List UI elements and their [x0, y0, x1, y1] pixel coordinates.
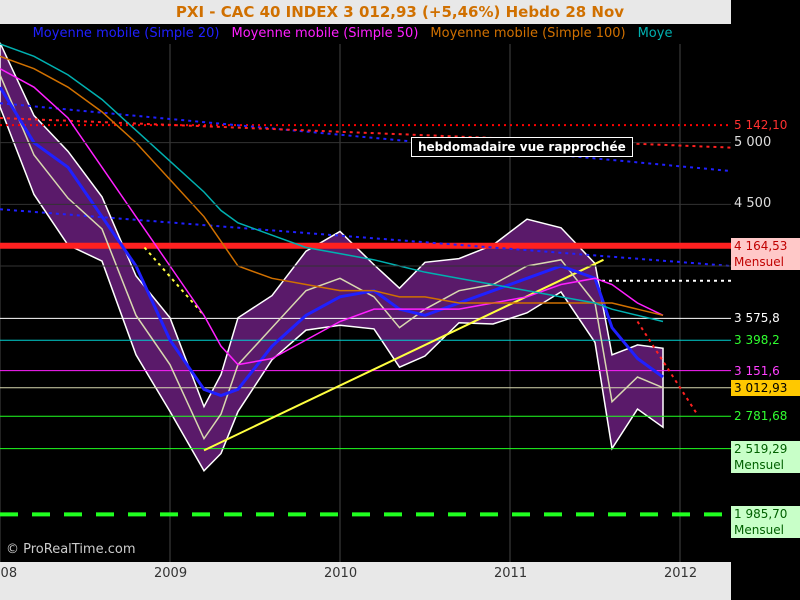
level-tag-value: 1 985,70: [734, 507, 788, 522]
x-tick-label: 2010: [324, 566, 358, 581]
level-tag: 3 398,2: [731, 332, 800, 349]
level-tag: 2 519,29 Mensuel: [731, 440, 800, 473]
level-tag: 5 142,10: [731, 117, 800, 134]
level-tag-value: 2 781,68: [734, 409, 788, 424]
level-tag-sub: Mensuel: [734, 523, 784, 538]
watermark: © ProRealTime.com: [6, 542, 136, 557]
level-tag: 3 575,8: [731, 310, 800, 327]
level-tag: 1 985,70 Mensuel: [731, 506, 800, 539]
x-tick-label: 2009: [154, 566, 188, 581]
level-tag-sub: Mensuel: [734, 457, 784, 472]
y-tick-label: 4 500: [734, 196, 772, 212]
level-tag: 4 164,53 Mensuel: [731, 237, 800, 270]
level-tag-value: 3 398,2: [734, 333, 780, 348]
level-tag-value: 5 142,10: [734, 118, 788, 133]
level-tag-value: 4 164,53: [734, 238, 788, 253]
level-tag: 3 151,6: [731, 362, 800, 379]
level-tag: 2 781,68: [731, 408, 800, 425]
level-tag: 3 012,93: [731, 379, 800, 396]
x-tick-label: 2008: [0, 566, 18, 581]
y-tick-label: 5 000: [734, 134, 772, 150]
price-plot: [0, 42, 732, 562]
level-tag-value: 2 519,29: [734, 441, 788, 456]
x-tick-label: 2012: [664, 566, 698, 581]
level-tag-value: 3 575,8: [734, 311, 780, 326]
x-axis: [0, 562, 731, 600]
level-tag-sub: Mensuel: [734, 254, 784, 269]
x-tick-label: 2011: [494, 566, 528, 581]
bollinger-band: [0, 42, 664, 472]
level-tag-value: 3 012,93: [734, 380, 788, 395]
chart-annotation: hebdomadaire vue rapprochée: [411, 137, 633, 157]
chart-window: PXI - CAC 40 INDEX 3 012,93 (+5,46%) Heb…: [0, 0, 800, 600]
level-tag-value: 3 151,6: [734, 363, 780, 378]
